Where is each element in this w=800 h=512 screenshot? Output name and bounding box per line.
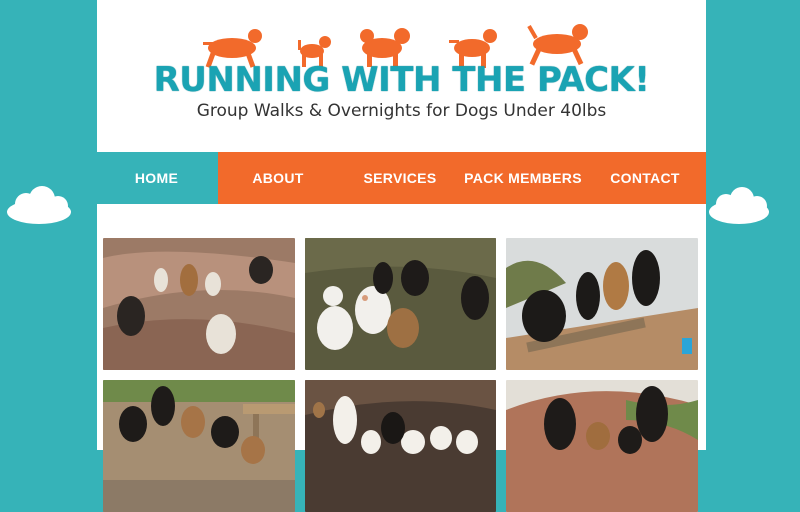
page-container: RUNNING WITH THE PACK! Group Walks & Ove… <box>95 0 706 512</box>
gallery-photo[interactable] <box>103 238 295 370</box>
main-nav: HOME ABOUT SERVICES PACK MEMBERS CONTACT <box>95 152 706 204</box>
photo-gallery <box>103 238 700 512</box>
cloud-right-decoration <box>709 187 769 224</box>
gallery-photo[interactable] <box>506 238 698 370</box>
nav-home[interactable]: HOME <box>95 152 218 204</box>
gallery-photo[interactable] <box>305 380 496 512</box>
gallery-photo[interactable] <box>103 380 295 512</box>
nav-pack-members[interactable]: PACK MEMBERS <box>462 152 584 204</box>
nav-about[interactable]: ABOUT <box>218 152 338 204</box>
site-header: RUNNING WITH THE PACK! Group Walks & Ove… <box>97 0 706 152</box>
nav-contact[interactable]: CONTACT <box>584 152 706 204</box>
nav-services[interactable]: SERVICES <box>338 152 462 204</box>
gallery-photo[interactable] <box>305 238 496 370</box>
site-title: RUNNING WITH THE PACK! <box>153 60 650 100</box>
cloud-left-decoration <box>7 186 71 224</box>
gallery-photo[interactable] <box>506 380 698 512</box>
site-tagline: Group Walks & Overnights for Dogs Under … <box>196 101 607 121</box>
